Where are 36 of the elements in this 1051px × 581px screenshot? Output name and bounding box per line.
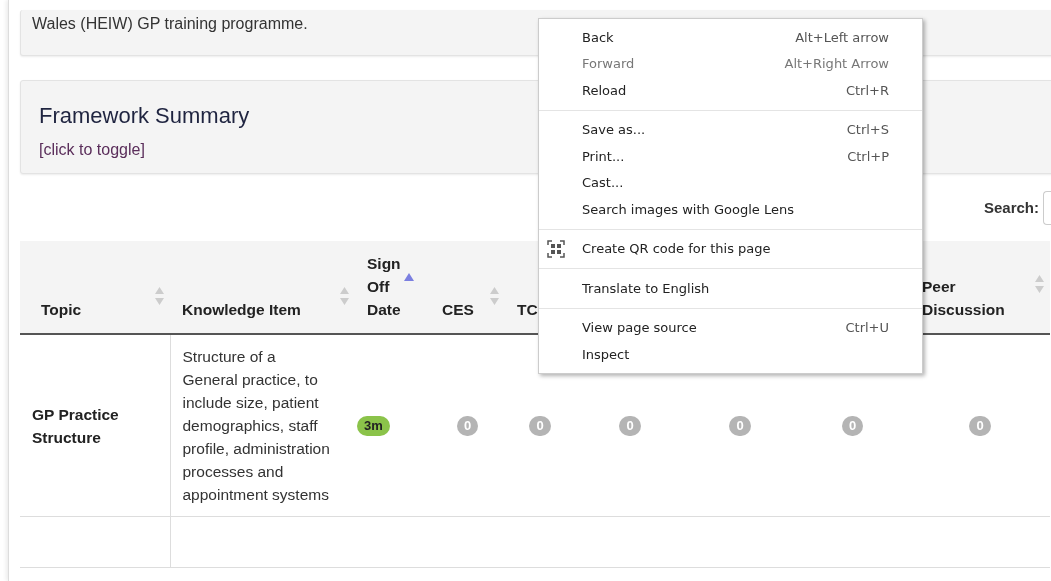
sort-ascending-icon[interactable]	[404, 272, 414, 281]
summary-title: Framework Summary	[39, 103, 250, 129]
menu-item[interactable]: Translate to English	[539, 275, 922, 302]
menu-item[interactable]: Reload Ctrl+R	[539, 77, 922, 104]
sort-icon[interactable]	[340, 286, 349, 305]
count-badge: 0	[969, 415, 991, 436]
menu-item[interactable]: View page source Ctrl+U	[539, 314, 922, 341]
sort-icon[interactable]	[155, 286, 164, 305]
menu-item[interactable]: Create QR code for this page	[539, 235, 922, 262]
search-field[interactable]	[1043, 190, 1051, 225]
topic-cell: GP Practice Structure	[20, 334, 170, 517]
count-badge: 0	[729, 415, 751, 436]
knowledge-item-cell: Structure of a General practice, to include size, patient demographics, staff profile, administration processes and appointment systems	[170, 334, 355, 517]
sort-icon[interactable]	[490, 286, 499, 305]
menu-item[interactable]: Back Alt+Left arrow	[539, 24, 922, 51]
qr-code-icon	[547, 239, 565, 258]
menu-item[interactable]: Search images with Google Lens	[539, 196, 922, 223]
sort-icon[interactable]	[1035, 275, 1044, 293]
menu-item[interactable]: Save as... Ctrl+S	[539, 116, 922, 143]
menu-item[interactable]: Inspect	[539, 341, 922, 368]
toggle-link[interactable]: [click to toggle]	[39, 141, 145, 159]
column-header[interactable]: TC	[517, 298, 538, 321]
intro-text: Wales (HEIW) GP training programme.	[32, 14, 308, 33]
count-badge: 0	[529, 415, 551, 436]
column-header[interactable]: Knowledge Item	[182, 298, 301, 321]
count-badge: 0	[619, 415, 641, 436]
count-badge: 0	[841, 415, 864, 436]
search-label: Search:	[983, 199, 1039, 216]
menu-item[interactable]: Print... Ctrl+P	[539, 143, 922, 170]
column-header[interactable]: CES	[442, 298, 474, 321]
column-header[interactable]: Peer Discussion	[922, 275, 1028, 321]
status-badge: 3m	[357, 415, 390, 436]
column-header[interactable]: Topic	[41, 298, 82, 321]
menu-item[interactable]: Cast...	[539, 169, 922, 196]
column-header[interactable]: Sign Off Date	[367, 252, 408, 321]
count-badge: 0	[456, 415, 479, 436]
